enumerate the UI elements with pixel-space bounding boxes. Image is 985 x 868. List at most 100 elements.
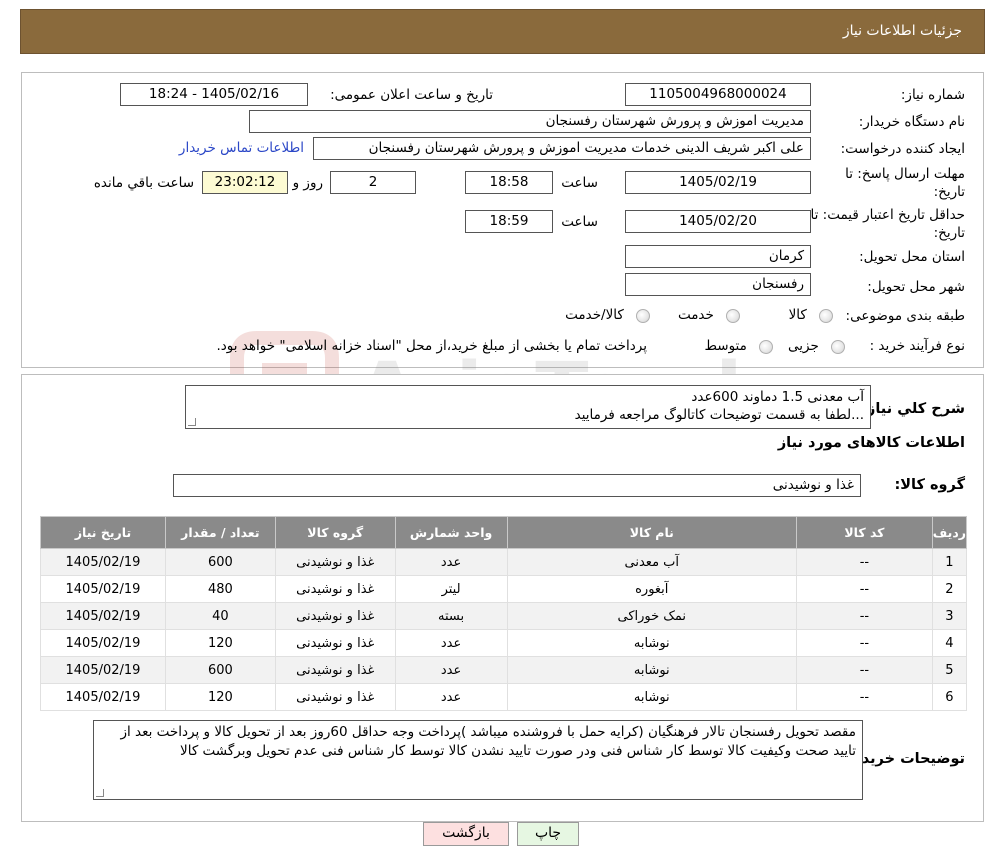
- item-name: نوشابه: [506, 629, 798, 657]
- goods-table: رديف کد کالا نام کالا واحد شمارش گروه کا…: [40, 516, 968, 711]
- process-option-minor[interactable]: جزیی: [788, 338, 845, 354]
- item-group: غذا و نوشیدنی: [274, 656, 396, 684]
- row-number: 2: [931, 575, 968, 603]
- buyer-notes-text: مقصد تحویل رفسنجان تالار فرهنگیان (کرایه…: [120, 724, 856, 759]
- days-field: 2: [330, 171, 416, 194]
- item-unit: بسته: [394, 602, 508, 630]
- item-quantity: 120: [164, 629, 276, 657]
- table-row: 3 -- نمک خوراکی بسته غذا و نوشیدنی 40 14…: [40, 602, 968, 630]
- item-code: --: [796, 575, 933, 603]
- item-unit: عدد: [394, 683, 508, 711]
- item-group: غذا و نوشیدنی: [274, 575, 396, 603]
- row-number: 1: [931, 548, 968, 576]
- category-option-goods-service[interactable]: کالا/خدمت: [565, 307, 650, 323]
- item-quantity: 120: [164, 683, 276, 711]
- remaining-word: ساعت باقي مانده: [93, 175, 194, 191]
- category-option-service[interactable]: خدمت: [678, 307, 740, 323]
- buyer-contact-link[interactable]: اطلاعات تماس خریدار: [179, 140, 304, 156]
- page-title: جزئیات اطلاعات نیاز: [842, 23, 962, 39]
- col-code: کد کالا: [796, 516, 933, 549]
- table-row: 1 -- آب معدنی عدد غذا و نوشیدنی 600 1405…: [40, 548, 968, 576]
- item-group: غذا و نوشیدنی: [274, 548, 396, 576]
- radio-goods-icon[interactable]: [819, 308, 833, 323]
- buyer-org-field: مدیریت اموزش و پرورش شهرستان رفسنجان: [249, 110, 811, 133]
- deadline-label: مهلت ارسال پاسخ: تا: [845, 166, 965, 182]
- item-unit: عدد: [394, 548, 508, 576]
- summary-line-2: ...لطفا به قسمت توضیحات کاتالوگ مراجعه ف…: [574, 407, 864, 423]
- table-row: 4 -- نوشابه عدد غذا و نوشیدنی 120 1405/0…: [40, 629, 968, 657]
- item-group: غذا و نوشیدنی: [274, 629, 396, 657]
- category-option-goods[interactable]: کالا: [789, 307, 833, 323]
- resize-handle-icon[interactable]: [96, 789, 104, 797]
- item-name: آب معدنی: [506, 548, 798, 576]
- process-label: نوع فرآیند خرید :: [869, 338, 965, 354]
- row-number: 3: [931, 602, 968, 630]
- summary-line-1: آب معدنی 1.5 دماوند 600عدد: [691, 389, 864, 405]
- need-number-label: شماره نیاز:: [900, 87, 965, 103]
- radio-service-icon[interactable]: [726, 308, 740, 323]
- item-group: غذا و نوشیدنی: [274, 683, 396, 711]
- item-quantity: 40: [164, 602, 276, 630]
- need-details-panel: AriaTender.neT شماره نیاز: 1105004968000…: [21, 72, 984, 437]
- item-code: --: [796, 629, 933, 657]
- item-need-date: 1405/02/19: [40, 602, 166, 630]
- requester-label: ایجاد کننده درخواست:: [840, 141, 965, 157]
- announce-label: تاریخ و ساعت اعلان عمومی:: [330, 87, 493, 103]
- deadline-time-word: ساعت: [561, 175, 598, 191]
- goods-panel: شرح کلي نياز: آب معدنی 1.5 دماوند 600عدد…: [21, 374, 984, 822]
- item-need-date: 1405/02/19: [40, 683, 166, 711]
- item-unit: لیتر: [394, 575, 508, 603]
- item-name: نمک خوراکی: [506, 602, 798, 630]
- item-unit: عدد: [394, 629, 508, 657]
- goods-section-title: اطلاعات کالاهای مورد نیاز: [777, 435, 965, 451]
- remaining-time-field: 23:02:12: [202, 171, 288, 194]
- item-quantity: 480: [164, 575, 276, 603]
- deadline-label-2: تاریخ:: [933, 184, 965, 200]
- item-need-date: 1405/02/19: [40, 575, 166, 603]
- province-field: کرمان: [625, 245, 811, 268]
- validity-label: حداقل تاریخ اعتبار قیمت: تا: [810, 207, 965, 223]
- table-row: 2 -- آبغوره لیتر غذا و نوشیدنی 480 1405/…: [40, 575, 968, 603]
- row-number: 6: [931, 683, 968, 711]
- city-label: شهر محل تحویل:: [867, 279, 965, 295]
- validity-time-word: ساعت: [561, 214, 598, 230]
- item-unit: عدد: [394, 656, 508, 684]
- col-need-date: تاریخ نیاز: [40, 516, 166, 549]
- col-row: رديف: [931, 516, 968, 549]
- validity-date-field: 1405/02/20: [625, 210, 811, 233]
- need-number-field: 1105004968000024: [625, 83, 811, 106]
- print-button[interactable]: چاپ: [517, 822, 579, 846]
- table-row: 6 -- نوشابه عدد غذا و نوشیدنی 120 1405/0…: [40, 683, 968, 711]
- days-word: روز و: [292, 175, 323, 191]
- item-code: --: [796, 683, 933, 711]
- row-number: 4: [931, 629, 968, 657]
- item-quantity: 600: [164, 656, 276, 684]
- process-option-medium[interactable]: متوسط: [704, 338, 773, 354]
- item-code: --: [796, 602, 933, 630]
- item-name: نوشابه: [506, 683, 798, 711]
- validity-time-field: 18:59: [465, 210, 553, 233]
- item-group: غذا و نوشیدنی: [274, 602, 396, 630]
- back-button[interactable]: بازگشت: [423, 822, 509, 846]
- item-name: آبغوره: [506, 575, 798, 603]
- requester-field: علی اکبر شریف الدینی خدمات مدیریت اموزش …: [313, 137, 811, 160]
- item-code: --: [796, 548, 933, 576]
- table-row: 5 -- نوشابه عدد غذا و نوشیدنی 600 1405/0…: [40, 656, 968, 684]
- col-quantity: تعداد / مقدار: [164, 516, 276, 549]
- goods-table-header: رديف کد کالا نام کالا واحد شمارش گروه کا…: [40, 516, 968, 549]
- announce-field: 1405/02/16 - 18:24: [120, 83, 308, 106]
- buyer-org-label: نام دستگاه خریدار:: [858, 114, 965, 130]
- deadline-time-field: 18:58: [465, 171, 553, 194]
- col-unit: واحد شمارش: [394, 516, 508, 549]
- resize-handle-icon[interactable]: [188, 418, 196, 426]
- item-need-date: 1405/02/19: [40, 548, 166, 576]
- radio-minor-icon[interactable]: [831, 339, 845, 354]
- summary-textarea[interactable]: آب معدنی 1.5 دماوند 600عدد ...لطفا به قس…: [185, 385, 871, 429]
- row-number: 5: [931, 656, 968, 684]
- radio-goods-service-icon[interactable]: [636, 308, 650, 323]
- item-quantity: 600: [164, 548, 276, 576]
- item-name: نوشابه: [506, 656, 798, 684]
- city-field: رفسنجان: [625, 273, 811, 296]
- radio-medium-icon[interactable]: [759, 339, 773, 354]
- buyer-notes-textarea[interactable]: مقصد تحویل رفسنجان تالار فرهنگیان (کرایه…: [93, 720, 863, 800]
